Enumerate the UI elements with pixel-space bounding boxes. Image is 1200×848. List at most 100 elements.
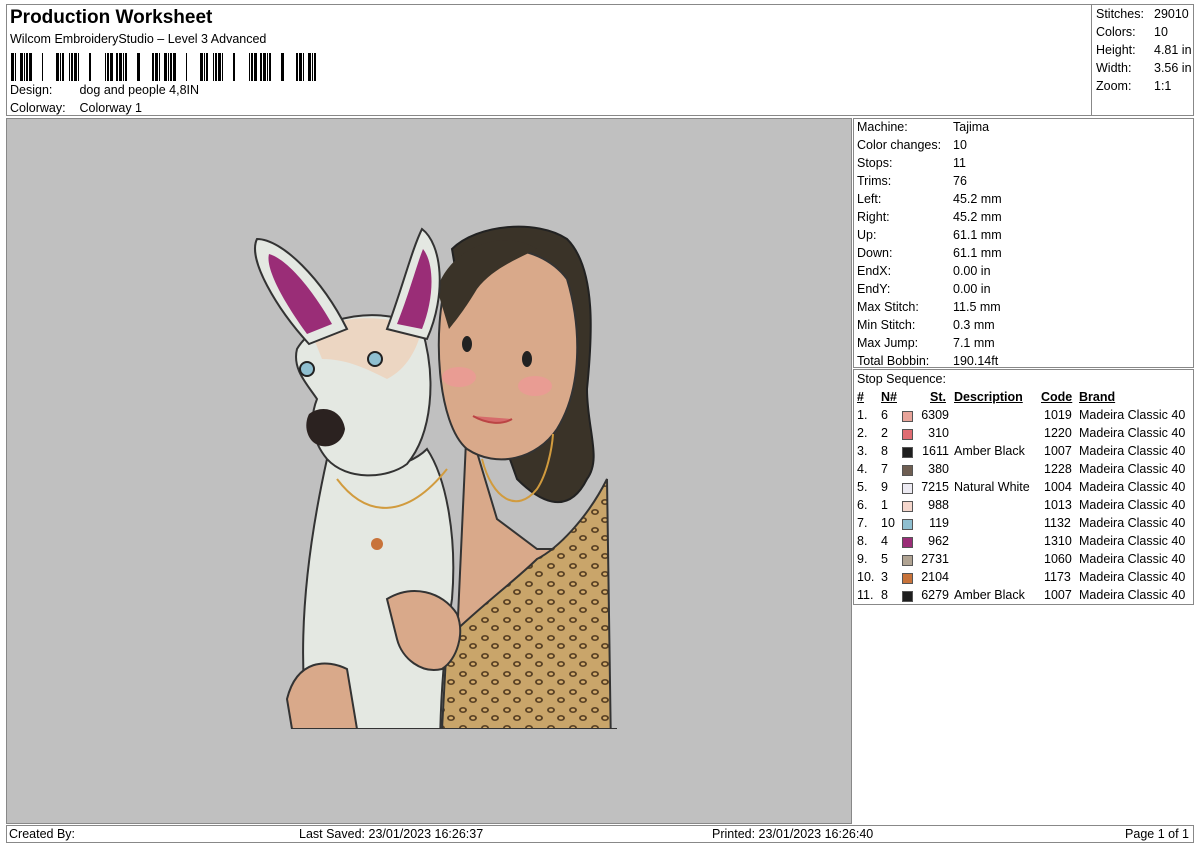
info-row: Left: 45.2 mm xyxy=(857,192,1002,206)
col-header-n: N# xyxy=(881,390,897,404)
info-label: Left: xyxy=(857,192,882,206)
row-brand: Madeira Classic 40 xyxy=(1079,498,1186,512)
worksheet-header: Production Worksheet Wilcom EmbroiderySt… xyxy=(6,4,1092,116)
row-brand: Madeira Classic 40 xyxy=(1079,480,1186,494)
info-label: Max Jump: xyxy=(857,336,919,350)
last-saved: Last Saved: 23/01/2023 16:26:37 xyxy=(299,827,484,841)
stat-zoom: Zoom: 1:1 xyxy=(1096,79,1172,93)
row-description: Amber Black xyxy=(954,444,1025,458)
row-code: 1132 xyxy=(1044,516,1071,530)
info-value: 11.5 mm xyxy=(953,300,1001,314)
machine-info-panel: Machine: Tajima Color changes: 10 Stops: 11 Tr… xyxy=(853,118,1194,368)
info-value: 11 xyxy=(953,156,966,170)
info-label: Trims: xyxy=(857,174,892,188)
row-code: 1060 xyxy=(1044,552,1072,566)
info-value: 7.1 mm xyxy=(953,336,995,350)
info-value: 0.00 in xyxy=(953,264,991,278)
info-row: Max Jump: 7.1 mm xyxy=(857,336,995,350)
info-label: Right: xyxy=(857,210,890,224)
row-num: 8. xyxy=(857,534,868,548)
stop-sequence-table: Stop Sequence: # N# St. Description Code… xyxy=(853,369,1194,605)
table-row: 6. 1 988 1013 Madeira Classic 40 xyxy=(854,498,1193,516)
summary-stats: Stitches: 29010 Colors: 10 Height: 4.81 in … xyxy=(1091,4,1194,116)
info-value: 61.1 mm xyxy=(953,228,1002,242)
color-swatch xyxy=(902,447,913,458)
design-preview xyxy=(6,118,852,824)
info-value: 76 xyxy=(953,174,967,188)
col-header-num: # xyxy=(857,390,864,404)
row-stitches: 6279 xyxy=(921,588,949,602)
row-stitches: 119 xyxy=(929,516,949,530)
color-swatch xyxy=(902,573,913,584)
row-num: 7. xyxy=(857,516,868,530)
row-stitches: 6309 xyxy=(921,408,949,422)
embroidery-design-image xyxy=(254,225,617,729)
row-brand: Madeira Classic 40 xyxy=(1079,588,1186,602)
info-value: Tajima xyxy=(953,120,990,134)
stat-width: Width: 3.56 in xyxy=(1096,61,1192,75)
row-code: 1220 xyxy=(1044,426,1072,440)
row-description: Natural White xyxy=(954,480,1030,494)
colorway-row: Colorway: Colorway 1 xyxy=(10,101,142,115)
design-label: Design: xyxy=(10,83,53,97)
colorway-name: Colorway 1 xyxy=(79,101,143,115)
row-stitches: 380 xyxy=(928,462,949,476)
info-label: Min Stitch: xyxy=(857,318,916,332)
table-row: 1. 6 6309 1019 Madeira Classic 40 xyxy=(854,408,1193,426)
row-description: Amber Black xyxy=(954,588,1025,602)
info-value: 0.3 mm xyxy=(953,318,995,332)
row-code: 1013 xyxy=(1044,498,1072,512)
row-num: 5. xyxy=(857,480,868,494)
row-brand: Madeira Classic 40 xyxy=(1079,444,1186,458)
row-code: 1004 xyxy=(1044,480,1072,494)
row-brand: Madeira Classic 40 xyxy=(1079,552,1186,566)
row-stitches: 7215 xyxy=(921,480,949,494)
row-brand: Madeira Classic 40 xyxy=(1079,570,1186,584)
row-stitches: 2731 xyxy=(921,552,949,566)
info-value: 0.00 in xyxy=(953,282,991,296)
col-header-brand: Brand xyxy=(1079,390,1116,404)
page-title: Production Worksheet xyxy=(10,7,213,28)
row-needle: 4 xyxy=(881,534,888,548)
row-brand: Madeira Classic 40 xyxy=(1079,534,1186,548)
row-brand: Madeira Classic 40 xyxy=(1079,408,1186,422)
info-row: Right: 45.2 mm xyxy=(857,210,1002,224)
page-number: Page 1 of 1 xyxy=(1125,827,1189,841)
info-label: EndY: xyxy=(857,282,891,296)
colorway-label: Colorway: xyxy=(10,101,66,115)
table-row: 2. 2 310 1220 Madeira Classic 40 xyxy=(854,426,1193,444)
info-row: Min Stitch: 0.3 mm xyxy=(857,318,995,332)
row-brand: Madeira Classic 40 xyxy=(1079,516,1186,530)
info-row: Stops: 11 xyxy=(857,156,966,170)
row-needle: 9 xyxy=(881,480,888,494)
created-by: Created By: xyxy=(9,827,76,841)
col-header-st: St. xyxy=(930,390,946,404)
row-num: 11. xyxy=(857,588,874,602)
info-row: Up: 61.1 mm xyxy=(857,228,1002,242)
info-value: 45.2 mm xyxy=(953,192,1002,206)
row-needle: 7 xyxy=(881,462,888,476)
info-label: Machine: xyxy=(857,120,908,134)
row-needle: 5 xyxy=(881,552,888,566)
row-needle: 8 xyxy=(881,444,888,458)
row-stitches: 2104 xyxy=(921,570,949,584)
color-swatch xyxy=(902,411,913,422)
color-swatch xyxy=(902,483,913,494)
worksheet-footer: Created By: Last Saved: 23/01/2023 16:26… xyxy=(6,825,1194,843)
info-row: EndY: 0.00 in xyxy=(857,282,991,296)
row-num: 6. xyxy=(857,498,868,512)
row-brand: Madeira Classic 40 xyxy=(1079,462,1186,476)
info-label: Down: xyxy=(857,246,893,260)
info-label: EndX: xyxy=(857,264,892,278)
info-row: Machine: Tajima xyxy=(857,120,989,134)
info-value: 61.1 mm xyxy=(953,246,1002,260)
color-swatch xyxy=(902,429,913,440)
row-code: 1310 xyxy=(1044,534,1072,548)
design-row: Design: dog and people 4,8IN xyxy=(10,83,199,97)
row-code: 1007 xyxy=(1044,444,1072,458)
info-label: Up: xyxy=(857,228,877,242)
row-num: 1. xyxy=(857,408,868,422)
color-swatch xyxy=(902,465,913,476)
row-needle: 6 xyxy=(881,408,888,422)
color-swatch xyxy=(902,555,913,566)
